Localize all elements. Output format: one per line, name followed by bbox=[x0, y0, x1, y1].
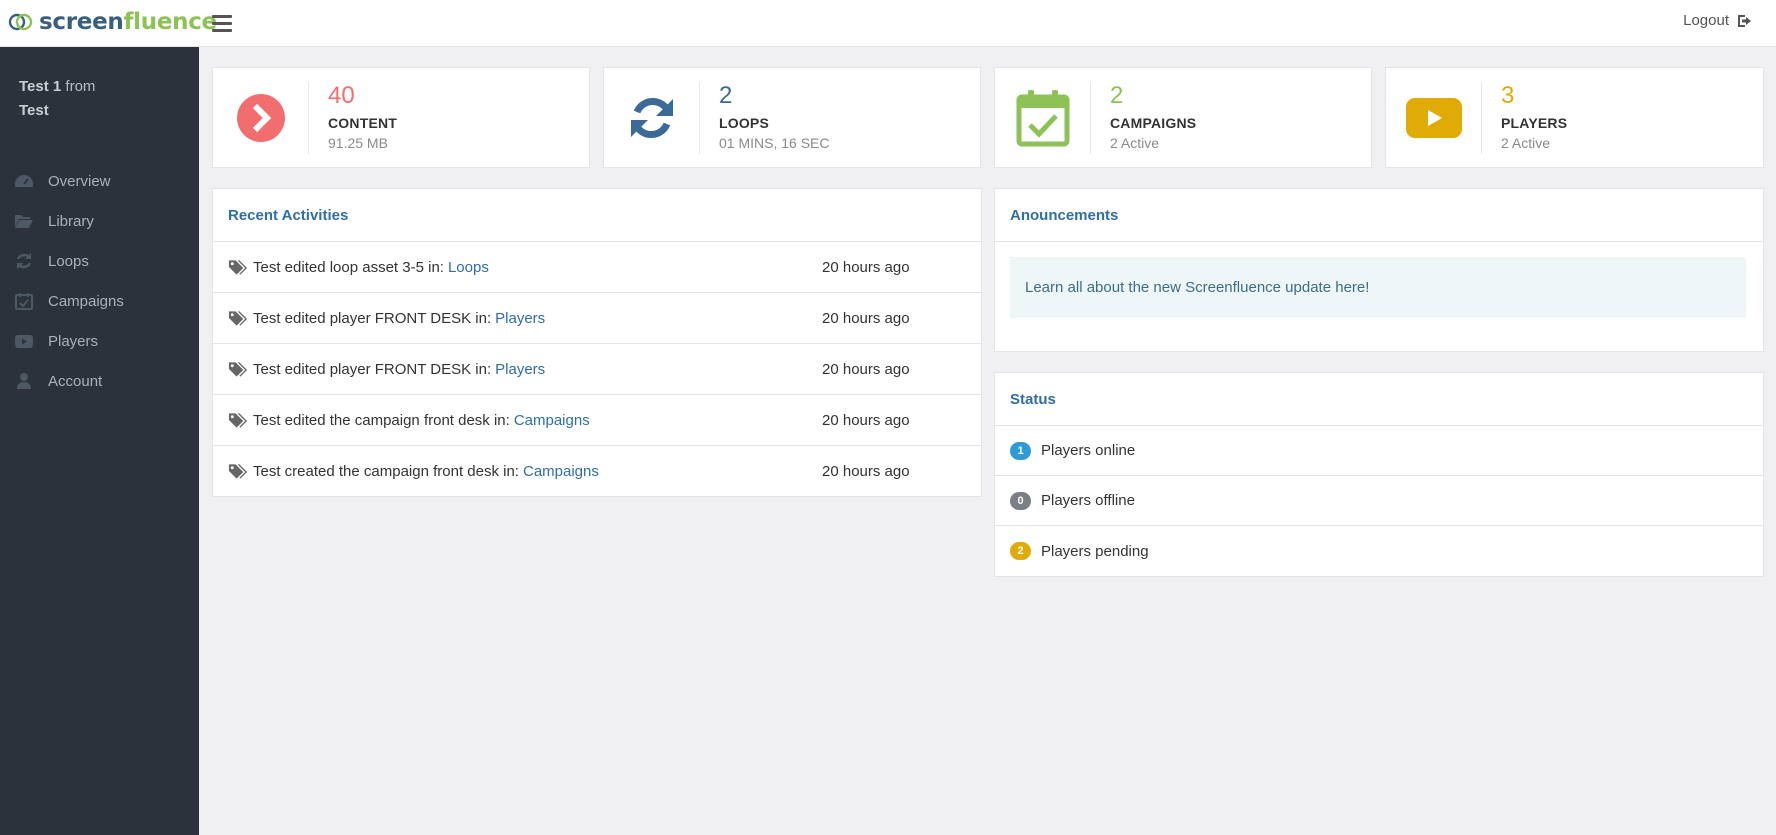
logo[interactable]: screenfluence bbox=[8, 9, 217, 35]
youtube-play-icon bbox=[14, 332, 34, 350]
sidebar-item-label: Players bbox=[48, 332, 99, 350]
stat-value: 40 bbox=[328, 82, 355, 109]
refresh-icon bbox=[14, 252, 34, 270]
stat-value: 2 bbox=[719, 82, 733, 109]
sidebar-item-overview[interactable]: Overview bbox=[0, 161, 199, 201]
activity-row: Test edited the campaign front desk in: … bbox=[213, 395, 981, 446]
sidebar: Test 1 from Test Overview Library Loops bbox=[0, 47, 199, 835]
activity-text: Test created the campaign front desk in: bbox=[253, 463, 519, 480]
status-row-online: 1 Players online bbox=[995, 426, 1763, 476]
user-org: Test bbox=[19, 102, 49, 119]
stat-sub: 01 MINS, 16 SEC bbox=[719, 135, 830, 151]
stat-card-players[interactable]: 3 PLAYERS 2 Active bbox=[1385, 67, 1764, 168]
youtube-play-icon bbox=[1405, 97, 1462, 138]
status-label: Players offline bbox=[1041, 492, 1135, 509]
logout-label: Logout bbox=[1683, 12, 1729, 29]
activity-link[interactable]: Players bbox=[495, 361, 545, 378]
activity-text: Test edited player FRONT DESK in: bbox=[253, 309, 492, 327]
tags-icon bbox=[228, 309, 248, 327]
folder-open-icon bbox=[14, 212, 34, 230]
sidebar-nav: Overview Library Loops Campaigns Players bbox=[0, 161, 199, 401]
stat-value: 2 bbox=[1110, 82, 1124, 109]
stat-card-loops[interactable]: 2 LOOPS 01 MINS, 16 SEC bbox=[603, 67, 981, 168]
sidebar-item-loops[interactable]: Loops bbox=[0, 241, 199, 281]
activity-link[interactable]: Campaigns bbox=[523, 463, 599, 480]
refresh-icon bbox=[630, 97, 673, 138]
status-label: Players pending bbox=[1041, 542, 1149, 560]
sign-out-icon bbox=[1738, 14, 1751, 27]
sidebar-item-label: Loops bbox=[48, 252, 89, 270]
sidebar-item-label: Overview bbox=[48, 172, 111, 190]
announcement-message[interactable]: Learn all about the new Screenfluence up… bbox=[1010, 257, 1746, 318]
stat-card-content[interactable]: 40 CONTENT 91.25 MB bbox=[212, 67, 590, 168]
panel-title: Anouncements bbox=[995, 189, 1763, 242]
activity-row: Test created the campaign front desk in:… bbox=[213, 446, 981, 497]
sidebar-item-account[interactable]: Account bbox=[0, 361, 199, 401]
sidebar-item-label: Library bbox=[48, 212, 94, 230]
sidebar-item-label: Account bbox=[48, 372, 103, 390]
activity-link[interactable]: Players bbox=[495, 310, 545, 327]
activity-time: 20 hours ago bbox=[822, 463, 910, 480]
activity-text: Test edited player FRONT DESK in: bbox=[253, 360, 492, 378]
status-row-pending: 2 Players pending bbox=[995, 526, 1763, 576]
activity-row: Test edited player FRONT DESK in: Player… bbox=[213, 293, 981, 344]
status-panel: Status 1 Players online 0 Players offlin… bbox=[994, 372, 1764, 577]
panel-title: Status bbox=[995, 373, 1763, 426]
tags-icon bbox=[228, 258, 248, 276]
menu-toggle-icon[interactable] bbox=[212, 15, 232, 32]
tags-icon bbox=[228, 463, 248, 481]
status-count-badge: 1 bbox=[1010, 441, 1031, 460]
sidebar-item-label: Campaigns bbox=[48, 292, 124, 310]
status-label: Players online bbox=[1041, 442, 1136, 459]
stat-label: CONTENT bbox=[328, 115, 398, 131]
tags-icon bbox=[228, 360, 248, 378]
activity-text: Test edited the campaign front desk in: bbox=[253, 411, 510, 429]
activity-link[interactable]: Campaigns bbox=[514, 412, 590, 429]
stat-sub: 91.25 MB bbox=[328, 135, 388, 151]
stat-label: LOOPS bbox=[719, 115, 770, 131]
activity-time: 20 hours ago bbox=[822, 360, 910, 378]
top-bar: screenfluence Logout bbox=[0, 0, 1776, 47]
status-count-badge: 0 bbox=[1010, 491, 1031, 510]
user-info: Test 1 from Test bbox=[19, 75, 189, 123]
sidebar-item-campaigns[interactable]: Campaigns bbox=[0, 281, 199, 321]
dashboard-icon bbox=[14, 172, 34, 190]
stat-value: 3 bbox=[1501, 82, 1515, 109]
activity-time: 20 hours ago bbox=[822, 258, 910, 276]
user-name: Test 1 bbox=[19, 78, 62, 95]
sidebar-item-players[interactable]: Players bbox=[0, 321, 199, 361]
logo-text: screenfluence bbox=[39, 9, 217, 35]
activity-time: 20 hours ago bbox=[822, 309, 910, 327]
sidebar-item-library[interactable]: Library bbox=[0, 201, 199, 241]
status-row-offline: 0 Players offline bbox=[995, 476, 1763, 526]
calendar-check-icon bbox=[1016, 89, 1069, 146]
logo-icon bbox=[8, 13, 33, 31]
activity-row: Test edited player FRONT DESK in: Player… bbox=[213, 344, 981, 395]
logo-text-part1: screen bbox=[39, 9, 124, 35]
tags-icon bbox=[228, 411, 248, 429]
user-icon bbox=[14, 372, 34, 390]
stat-sub: 2 Active bbox=[1110, 135, 1160, 151]
status-list: 1 Players online 0 Players offline 2 Pla… bbox=[995, 426, 1763, 576]
activity-row: Test edited loop asset 3-5 in: Loops 20 … bbox=[213, 242, 981, 293]
announcements-panel: Anouncements Learn all about the new Scr… bbox=[994, 188, 1764, 352]
status-count-badge: 2 bbox=[1010, 542, 1031, 560]
activity-link[interactable]: Loops bbox=[448, 259, 489, 276]
stat-sub: 2 Active bbox=[1501, 135, 1551, 151]
chevron-circle-right-icon bbox=[236, 93, 285, 142]
logout-button[interactable]: Logout bbox=[1683, 12, 1754, 29]
activity-text: Test edited loop asset 3-5 in: bbox=[253, 258, 444, 276]
stat-label: PLAYERS bbox=[1501, 115, 1568, 131]
calendar-check-icon bbox=[14, 292, 34, 310]
stat-card-campaigns[interactable]: 2 CAMPAIGNS 2 Active bbox=[994, 67, 1372, 168]
activity-list: Test edited loop asset 3-5 in: Loops 20 … bbox=[213, 242, 981, 497]
recent-activities-panel: Recent Activities Test edited loop asset… bbox=[212, 188, 982, 497]
logo-text-part2: fluence bbox=[123, 9, 217, 35]
activity-time: 20 hours ago bbox=[822, 411, 910, 429]
panel-title: Recent Activities bbox=[213, 189, 981, 242]
stat-label: CAMPAIGNS bbox=[1110, 115, 1197, 131]
user-from-word: from bbox=[65, 78, 96, 95]
